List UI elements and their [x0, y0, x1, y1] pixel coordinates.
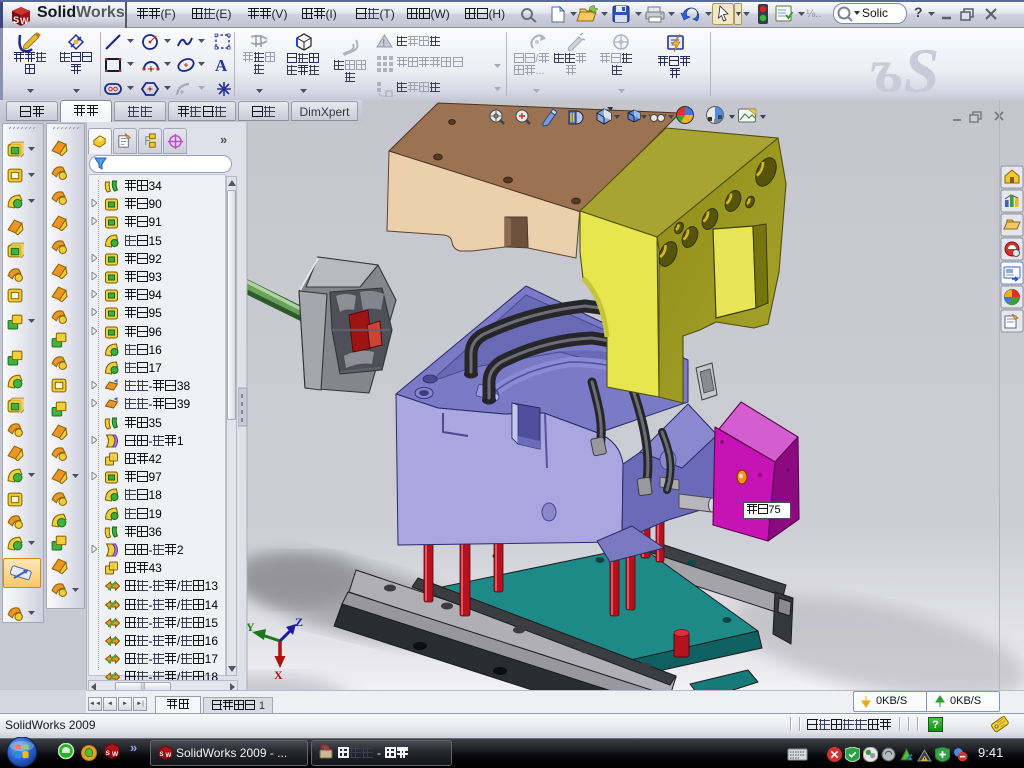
svg-text:A: A: [215, 56, 228, 75]
svg-text:S: S: [106, 750, 111, 757]
svg-text:W: W: [112, 751, 119, 758]
svg-text:Z: Z: [295, 615, 303, 629]
svg-text:ъS: ъS: [870, 35, 939, 102]
svg-text:W: W: [166, 753, 172, 759]
svg-text:S: S: [160, 752, 164, 758]
svg-text:S: S: [13, 15, 19, 25]
svg-text:W: W: [20, 16, 29, 26]
svg-text:X: X: [274, 668, 283, 682]
svg-text:!: !: [382, 38, 385, 48]
